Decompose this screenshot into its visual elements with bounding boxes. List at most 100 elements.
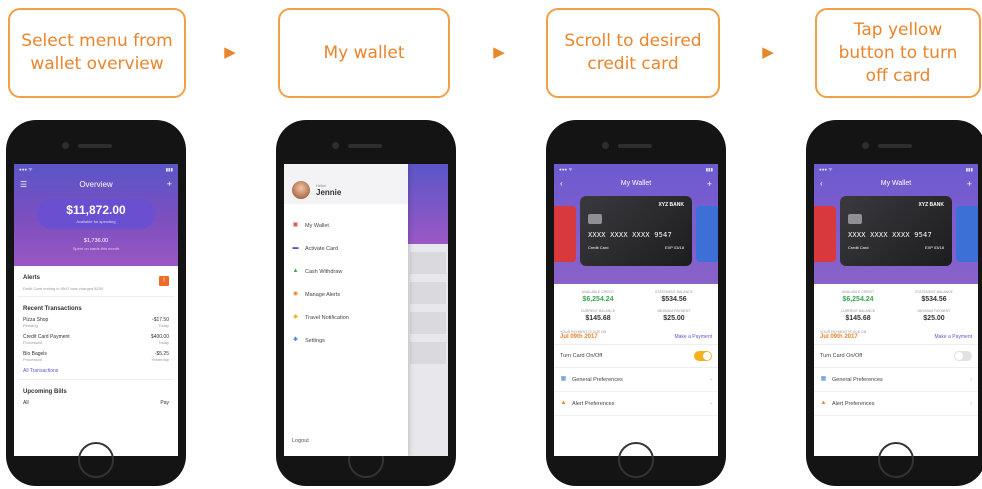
back-icon[interactable]: ‹ <box>820 179 823 188</box>
travel-icon: ◆ <box>293 314 298 320</box>
preferences-label: Alert Preferences <box>572 400 615 407</box>
wallet-icon: ▣ <box>292 222 299 228</box>
gear-icon: ✱ <box>292 337 299 343</box>
stat-value: $145.68 <box>585 315 611 322</box>
step-1-label: Select menu from wallet overview <box>21 31 173 74</box>
stat-label: CURRENT BALANCE <box>840 309 876 313</box>
card-chip-icon <box>588 214 602 224</box>
drawer-menu-item[interactable]: ◉ Manage Alerts <box>284 283 408 306</box>
arrow-icon: ▶ <box>493 43 505 61</box>
home-button[interactable] <box>878 442 914 478</box>
step-4-box: Tap yellow button to turn off card <box>815 8 981 98</box>
alert-preferences-row[interactable]: ▲ Alert Preferences › <box>554 392 718 416</box>
alert-text: Debit Card ending in 9547 was charged $2… <box>23 286 104 291</box>
stat-value: $25.00 <box>923 315 945 322</box>
status-bar: ●●● ᯤ ▮▮▮ <box>19 167 173 172</box>
arrow-icon: ▶ <box>224 43 236 61</box>
card-on-off-toggle[interactable] <box>694 351 712 361</box>
stat-value: $6,254.24 <box>842 296 874 303</box>
wallet-title: My Wallet <box>880 180 912 187</box>
bills-pay-button[interactable]: Pay <box>160 400 169 406</box>
transaction-date: Today <box>158 340 169 345</box>
plus-icon[interactable]: + <box>967 179 972 189</box>
alert-preferences-row[interactable]: ▲ Alert Preferences › <box>814 392 978 416</box>
plus-icon[interactable]: + <box>707 179 712 189</box>
wallet-screen: ●●● ᯤ ▮▮▮ ‹ + My Wallet XYZ BANK XXXX XXX… <box>554 164 718 456</box>
adjacent-card-right[interactable] <box>696 206 718 262</box>
side-drawer: Hello! Jennie ▣ My Wallet ▬ Activate Card ▲ C… <box>284 164 408 456</box>
drawer-menu-label: Cash Withdraw <box>305 268 343 275</box>
general-preferences-row[interactable]: ▦ General Preferences › <box>814 368 978 392</box>
adjacent-card-left[interactable] <box>554 206 576 262</box>
stat-value: $25.00 <box>663 315 685 322</box>
wallet-title: My Wallet <box>620 180 652 187</box>
stat-label: STATEMENT BALANCE <box>915 290 953 294</box>
stat-label: MINIMUM PAYMENT <box>917 309 951 313</box>
card-on-off-toggle[interactable] <box>954 351 972 361</box>
due-date: Jul 09th 2017 <box>820 334 858 340</box>
transaction-row[interactable]: Credit Card Payment Processed $400.00 Toda… <box>23 334 169 345</box>
bell-icon: ◉ <box>292 291 299 297</box>
spent-amount: $1,736.00 <box>83 238 109 244</box>
card-chip-icon <box>848 214 862 224</box>
avatar[interactable] <box>292 181 310 199</box>
stat-value: $6,254.24 <box>582 296 614 303</box>
bills-filter-all[interactable]: All <box>23 400 29 406</box>
phone-menu: Hello! Jennie ▣ My Wallet ▬ Activate Card ▲ C… <box>276 120 456 486</box>
drawer-header: Hello! Jennie <box>284 164 408 204</box>
home-button[interactable] <box>618 442 654 478</box>
bank-name: XYZ BANK <box>918 202 944 208</box>
alerts-block[interactable]: Alerts ! Debit Card ending in 9547 was c… <box>18 270 174 297</box>
overview-behind-drawer[interactable] <box>408 164 448 456</box>
spent-summary: $1,736.00 Spent on cards this month <box>14 238 178 251</box>
step-4-label: Tap yellow button to turn off card <box>838 19 958 86</box>
hamburger-menu-icon[interactable]: ☰ <box>20 180 27 189</box>
make-payment-link[interactable]: Make a Payment <box>934 334 972 340</box>
status-bar: ●●● ᯤ ▮▮▮ <box>819 167 973 172</box>
drawer-menu-label: My Wallet <box>305 222 329 229</box>
plus-icon[interactable]: + <box>167 179 172 189</box>
adjacent-card-left[interactable] <box>814 206 836 262</box>
back-icon[interactable]: ‹ <box>560 179 563 188</box>
logout-button[interactable]: Logout <box>292 438 309 444</box>
drawer-menu-item[interactable]: ✱ Settings <box>284 329 408 352</box>
camera <box>862 142 869 149</box>
overview-header: ●●● ᯤ ▮▮▮ ☰ + Overview $11,872.00 Availab… <box>14 164 178 266</box>
preferences-label: General Preferences <box>832 376 883 383</box>
speaker <box>878 144 912 148</box>
stat-label: AVAILABLE CREDIT <box>841 290 875 294</box>
home-button[interactable] <box>78 442 114 478</box>
credit-card[interactable]: XYZ BANK XXXX XXXX XXXX 9547 Credit Card… <box>580 196 692 266</box>
adjacent-card-right[interactable] <box>956 206 978 262</box>
all-transactions-link[interactable]: All Transactions <box>23 368 169 374</box>
step-3-box: Scroll to desired credit card <box>546 8 720 98</box>
chevron-right-icon: › <box>710 400 712 407</box>
drawer-menu-item[interactable]: ▬ Activate Card <box>284 237 408 260</box>
drawer-menu-item[interactable]: ▲ Cash Withdraw <box>284 260 408 283</box>
step-1-box: Select menu from wallet overview <box>8 8 186 98</box>
speaker <box>348 144 382 148</box>
general-preferences-row[interactable]: ▦ General Preferences › <box>554 368 718 392</box>
alert-badge-icon[interactable]: ! <box>159 275 169 286</box>
camera <box>62 142 69 149</box>
speaker <box>78 144 112 148</box>
wallet-screen: ●●● ᯤ ▮▮▮ ‹ + My Wallet XYZ BANK XXXX XXX… <box>814 164 978 456</box>
drawer-menu-item[interactable]: ◆ Travel Notification <box>284 306 408 329</box>
drawer-menu-item[interactable]: ▣ My Wallet <box>284 214 408 237</box>
make-payment-link[interactable]: Make a Payment <box>674 334 712 340</box>
transaction-row[interactable]: Pizza Shop Pending -$17.50 Today <box>23 317 169 328</box>
credit-card[interactable]: XYZ BANK XXXX XXXX XXXX 9547 Credit Card… <box>840 196 952 266</box>
card-expiry: EXP 03/18 <box>924 245 944 250</box>
arrow-icon: ▶ <box>762 43 774 61</box>
phone-overview: ●●● ᯤ ▮▮▮ ☰ + Overview $11,872.00 Availab… <box>6 120 186 486</box>
transaction-date: Today <box>158 323 169 328</box>
preferences-label: General Preferences <box>572 376 623 383</box>
overview-title: Overview <box>79 180 113 189</box>
card-type: Credit Card <box>848 245 869 250</box>
toggle-label: Turn Card On/Off <box>820 353 863 359</box>
tutorial-stage: Select menu from wallet overview ▶ My wa… <box>0 0 982 489</box>
balance-amount: $11,872.00 <box>66 203 126 217</box>
transaction-row[interactable]: Bio Bagels Processed -$5.25 Yesterday <box>23 351 169 362</box>
stat-label: AVAILABLE CREDIT <box>581 290 615 294</box>
stat-label: MINIMUM PAYMENT <box>657 309 691 313</box>
